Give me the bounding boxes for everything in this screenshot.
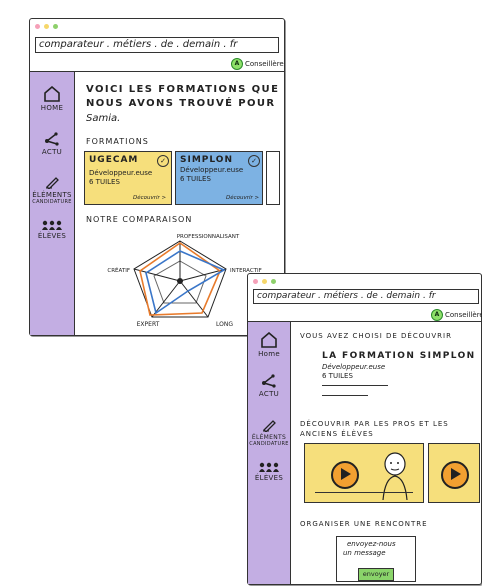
address-bar[interactable]: comparateur . métiers . de . demain . fr bbox=[253, 289, 479, 304]
formation-card-empty[interactable] bbox=[266, 151, 280, 205]
decouvrir-link[interactable]: Découvrir > bbox=[226, 195, 259, 201]
conseillere-icon: A bbox=[231, 58, 243, 70]
simplon-window: comparateur . métiers . de . demain . fr… bbox=[247, 273, 482, 585]
formation-duration: 6 TUILES bbox=[322, 372, 353, 380]
radar-label-top: PROFESSIONNALISANT bbox=[177, 234, 240, 240]
video-card-alumni[interactable] bbox=[428, 443, 480, 503]
nav-elements[interactable]: ÉLÉMENTS CANDIDATURE bbox=[248, 418, 290, 447]
meet-title: ORGANISER UNE RENCONTRE bbox=[300, 520, 428, 528]
video-card-pro[interactable] bbox=[304, 443, 424, 503]
discover-title-line1: DÉCOUVRIR PAR LES PROS ET LES bbox=[300, 420, 449, 428]
card-duration: 6 TUILES bbox=[180, 175, 211, 183]
formation-job: Développeur.euse bbox=[322, 363, 386, 371]
intro-text: VOUS AVEZ CHOISI DE DÉCOUVRIR bbox=[300, 332, 452, 340]
sidebar: Home ACTU ÉLÉMENTS CANDIDATURE ÉLÈVES bbox=[248, 322, 291, 584]
radar-label-left: CRÉATIF bbox=[107, 266, 130, 274]
nav-elements-sublabel: CANDIDATURE bbox=[32, 199, 72, 205]
nav-actu-label: ACTU bbox=[41, 148, 63, 156]
pencil-icon bbox=[46, 177, 59, 189]
check-icon[interactable]: ✓ bbox=[248, 155, 260, 167]
play-icon[interactable] bbox=[331, 461, 359, 489]
nav-home[interactable]: Home bbox=[248, 332, 290, 358]
close-dot[interactable] bbox=[253, 279, 258, 284]
play-icon[interactable] bbox=[441, 461, 469, 489]
nav-eleves-label: ÉLÈVES bbox=[254, 474, 284, 482]
radar-chart: PROFESSIONNALISANT INTERACTIF LONG EXPER… bbox=[107, 234, 261, 328]
nav-actu[interactable]: ACTU bbox=[30, 132, 74, 156]
conseillere-icon: A bbox=[431, 309, 443, 321]
nav-actu-label: ACTU bbox=[258, 390, 280, 398]
nav-home-label: Home bbox=[258, 350, 280, 358]
nav-eleves-label: ÉLÈVES bbox=[37, 232, 67, 240]
conseillere-label: Conseillère bbox=[245, 60, 284, 68]
window-controls bbox=[35, 24, 58, 29]
card-job: Développeur.euse bbox=[180, 166, 244, 174]
maximize-dot[interactable] bbox=[53, 24, 58, 29]
share-icon bbox=[262, 374, 276, 388]
formation-card-ugecam[interactable]: UGECAM ✓ Développeur.euse 6 TUILES Décou… bbox=[84, 151, 172, 205]
home-icon bbox=[261, 332, 277, 348]
formations-title: FORMATIONS bbox=[86, 137, 149, 146]
nav-elements-label: ÉLÉMENTS bbox=[251, 434, 287, 441]
send-button[interactable]: envoyer bbox=[358, 568, 394, 581]
radar-label-bottom-left: EXPERT bbox=[137, 321, 160, 328]
nav-eleves[interactable]: ÉLÈVES bbox=[30, 220, 74, 240]
pencil-icon bbox=[263, 420, 276, 432]
students-icon bbox=[42, 220, 62, 230]
card-duration: 6 TUILES bbox=[89, 178, 120, 186]
video-desk bbox=[315, 492, 413, 493]
home-icon bbox=[44, 86, 60, 102]
radar-label-bottom-right: LONG bbox=[216, 321, 233, 328]
student-name: Samia. bbox=[86, 113, 121, 124]
conseillere-label: Conseillère bbox=[445, 311, 482, 319]
text-line bbox=[322, 395, 368, 396]
discover-title-line2: ANCIENS ÉLÈVES bbox=[300, 430, 374, 438]
comparison-title: NOTRE COMPARAISON bbox=[86, 215, 193, 224]
sidebar: HOME ACTU ÉLÉMENTS CANDIDATURE ÉLÈVES bbox=[30, 72, 75, 335]
conseillere-button[interactable]: A Conseillère bbox=[431, 309, 482, 321]
window-controls bbox=[253, 279, 276, 284]
conseillere-button[interactable]: A Conseillère bbox=[231, 58, 284, 70]
maximize-dot[interactable] bbox=[271, 279, 276, 284]
message-line2: un message bbox=[343, 549, 386, 557]
nav-home[interactable]: HOME bbox=[30, 86, 74, 112]
address-bar[interactable]: comparateur . métiers . de . demain . fr bbox=[35, 37, 279, 53]
formation-title: LA FORMATION SIMPLON bbox=[322, 351, 476, 361]
decouvrir-link[interactable]: Découvrir > bbox=[133, 195, 166, 201]
minimize-dot[interactable] bbox=[44, 24, 49, 29]
students-icon bbox=[259, 462, 279, 472]
nav-actu[interactable]: ACTU bbox=[248, 374, 290, 398]
page-heading-line1: VOICI LES FORMATIONS QUE bbox=[86, 84, 280, 95]
page-heading-line2: NOUS AVONS TROUVÉ POUR bbox=[86, 98, 276, 109]
nav-elements-sublabel: CANDIDATURE bbox=[249, 441, 289, 447]
nav-elements[interactable]: ÉLÉMENTS CANDIDATURE bbox=[30, 175, 74, 205]
card-title: UGECAM bbox=[89, 155, 139, 165]
formation-card-simplon[interactable]: SIMPLON ✓ Développeur.euse 6 TUILES Déco… bbox=[175, 151, 263, 205]
card-job: Développeur.euse bbox=[89, 169, 153, 177]
text-line bbox=[322, 385, 388, 386]
message-line1: envoyez-nous bbox=[347, 540, 396, 548]
nav-elements-label: ÉLÉMENTS bbox=[32, 191, 72, 199]
minimize-dot[interactable] bbox=[262, 279, 267, 284]
close-dot[interactable] bbox=[35, 24, 40, 29]
nav-eleves[interactable]: ÉLÈVES bbox=[248, 462, 290, 482]
card-title: SIMPLON bbox=[180, 155, 233, 165]
nav-home-label: HOME bbox=[40, 104, 64, 112]
check-icon[interactable]: ✓ bbox=[157, 155, 169, 167]
share-icon bbox=[45, 132, 59, 146]
